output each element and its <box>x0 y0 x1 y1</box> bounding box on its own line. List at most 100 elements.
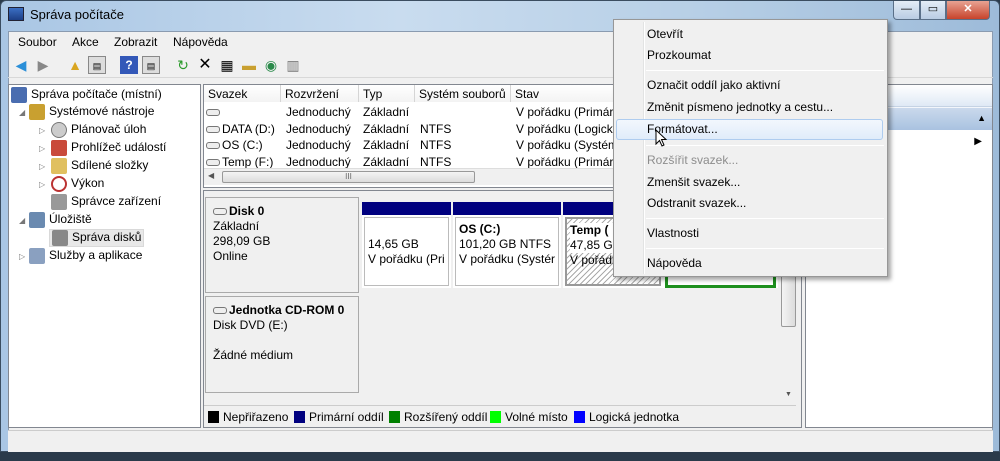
menu-item-explore[interactable]: Prozkoumat <box>647 48 711 62</box>
tree-item-device-manager[interactable]: Správce zařízení <box>51 194 161 210</box>
tree-item-performance[interactable]: Výkon <box>51 176 104 192</box>
cell-filesystem: NTFS <box>420 122 452 136</box>
disk-icon <box>213 208 227 216</box>
tree-item-disk-management[interactable]: Správa disků <box>49 229 145 247</box>
tree-item-shared-folders[interactable]: Sdílené složky <box>51 158 148 174</box>
search-icon[interactable]: ◉ <box>262 56 280 74</box>
legend-item: Primární oddíl <box>294 410 384 424</box>
show-hide-action-icon[interactable]: ▤ <box>142 56 160 74</box>
cell-type: Základní <box>363 138 410 152</box>
open-icon[interactable]: ▬ <box>240 56 258 74</box>
scroll-left-icon[interactable]: ◀ <box>208 171 214 180</box>
computer-icon <box>11 87 27 103</box>
legend-item: Logická jednotka <box>574 410 679 424</box>
expand-icon[interactable]: ▷ <box>39 126 45 135</box>
legend-swatch <box>574 411 585 423</box>
help-icon[interactable]: ? <box>120 56 138 74</box>
partition-size: 14,65 GB <box>368 237 419 251</box>
column-header-layout[interactable]: Rozvržení <box>281 85 359 102</box>
disk0-label[interactable]: Disk 0 Základní 298,09 GB Online <box>205 197 359 293</box>
cell-status: V pořádku (Primár <box>516 105 614 119</box>
cell-type: Základní <box>363 155 410 169</box>
menu-item-change-letter[interactable]: Změnit písmeno jednotky a cestu... <box>647 100 833 114</box>
partition-status: V pořádku (Pri <box>368 252 445 266</box>
collapse-icon[interactable]: ◢ <box>19 216 25 225</box>
menu-view[interactable]: Zobrazit <box>114 35 157 49</box>
menu-item-mark-active[interactable]: Označit oddíl jako aktivní <box>647 78 780 92</box>
performance-icon <box>51 176 67 192</box>
drive-icon <box>206 159 220 167</box>
cdrom-status: Žádné médium <box>213 348 294 362</box>
collapse-icon[interactable]: ◢ <box>19 108 25 117</box>
scroll-down-icon[interactable]: ▼ <box>785 391 792 398</box>
computer-management-icon <box>8 7 24 21</box>
status-bar <box>8 430 993 452</box>
cell-type: Základní <box>363 105 410 119</box>
tree-item-storage[interactable]: Úložiště <box>29 212 92 228</box>
partition-size: 101,20 GB NTFS <box>459 237 552 251</box>
menu-item-open[interactable]: Otevřít <box>647 27 683 41</box>
minimize-button[interactable]: — <box>893 1 920 20</box>
drive-icon <box>206 142 220 150</box>
tree-item-task-scheduler[interactable]: Plánovač úloh <box>51 122 146 138</box>
menu-item-properties[interactable]: Vlastnosti <box>647 226 699 240</box>
collapse-up-icon[interactable]: ▲ <box>977 113 986 123</box>
delete-icon[interactable]: ✕ <box>196 56 214 74</box>
menu-help[interactable]: Nápověda <box>173 35 228 49</box>
device-manager-icon <box>51 194 67 210</box>
menu-separator <box>646 248 884 249</box>
properties-icon[interactable]: ▦ <box>218 56 236 74</box>
menu-item-help[interactable]: Nápověda <box>647 256 702 270</box>
menu-file[interactable]: Soubor <box>18 35 57 49</box>
cdrom-label[interactable]: Jednotka CD-ROM 0 Disk DVD (E:) Žádné mé… <box>205 296 359 393</box>
forward-icon[interactable]: ▶ <box>34 56 52 74</box>
column-header-type[interactable]: Typ <box>359 85 415 102</box>
show-hide-tree-icon[interactable]: ▤ <box>88 56 106 74</box>
disk0-status: Online <box>213 249 248 263</box>
partition-title: OS (C:) <box>459 222 501 236</box>
tools-icon <box>29 104 45 120</box>
cell-status: V pořádku (Systém <box>516 138 619 152</box>
legend-swatch <box>208 411 219 423</box>
partition-status: V pořádku (Systér <box>459 252 556 266</box>
scroll-thumb[interactable]: III <box>222 171 475 183</box>
back-icon[interactable]: ◀ <box>12 56 30 74</box>
cell-status: V pořádku (Primár <box>516 155 614 169</box>
menu-item-extend: Rozšířit svazek... <box>647 153 739 167</box>
column-header-volume[interactable]: Svazek <box>204 85 281 102</box>
column-header-filesystem[interactable]: Systém souborů <box>415 85 511 102</box>
cell-layout: Jednoduchý <box>286 155 351 169</box>
mouse-cursor-icon <box>655 129 668 147</box>
drive-icon <box>206 109 220 117</box>
menu-action[interactable]: Akce <box>72 35 99 49</box>
menu-item-delete[interactable]: Odstranit svazek... <box>647 196 746 210</box>
close-button[interactable]: ✕ <box>946 1 990 20</box>
up-icon[interactable]: ▲ <box>66 56 84 74</box>
refresh-icon[interactable]: ↻ <box>174 56 192 74</box>
menu-item-shrink[interactable]: Zmenšit svazek... <box>647 175 740 189</box>
cell-layout: Jednoduchý <box>286 105 351 119</box>
cell-type: Základní <box>363 122 410 136</box>
cdrom-icon <box>213 307 227 315</box>
clock-icon <box>51 122 67 138</box>
partition-os[interactable]: OS (C:) 101,20 GB NTFS V pořádku (Systér <box>453 202 561 288</box>
legend-item: Nepřiřazeno <box>208 410 288 424</box>
settings-icon[interactable]: ▥ <box>284 56 302 74</box>
cell-layout: Jednoduchý <box>286 122 351 136</box>
menu-separator <box>646 70 884 71</box>
expand-icon[interactable]: ▷ <box>39 180 45 189</box>
partition-title <box>368 222 445 237</box>
maximize-button[interactable]: ▭ <box>920 1 946 20</box>
submenu-arrow-icon: ▶ <box>974 136 982 147</box>
services-icon <box>29 248 45 264</box>
expand-icon[interactable]: ▷ <box>39 162 45 171</box>
tree-item-services[interactable]: Služby a aplikace <box>29 248 142 264</box>
tree-item-system-tools[interactable]: Systémové nástroje <box>29 104 154 120</box>
drive-icon <box>206 126 220 134</box>
expand-icon[interactable]: ▷ <box>19 252 25 261</box>
tree-item-event-viewer[interactable]: Prohlížeč událostí <box>51 140 166 156</box>
expand-icon[interactable]: ▷ <box>39 144 45 153</box>
partition-1[interactable]: 14,65 GB V pořádku (Pri <box>362 202 451 288</box>
legend-item: Rozšířený oddíl <box>389 410 487 424</box>
tree-item-root[interactable]: Správa počítače (místní) <box>11 87 162 103</box>
